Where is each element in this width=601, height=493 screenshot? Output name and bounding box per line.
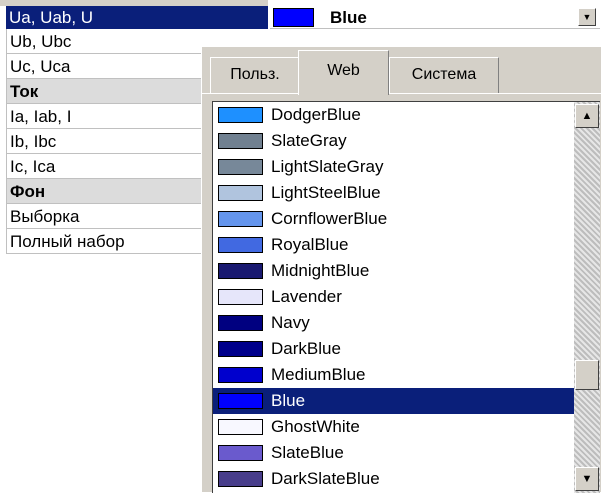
color-list-item[interactable]: Navy (213, 310, 600, 336)
color-swatch (218, 445, 263, 461)
color-list-item[interactable]: SlateBlue (213, 440, 600, 466)
tab-divider (202, 93, 601, 94)
color-swatch (218, 367, 263, 383)
dropdown-button[interactable]: ▼ (578, 8, 596, 26)
color-swatch (218, 237, 263, 253)
color-list-item[interactable]: MediumBlue (213, 362, 600, 388)
color-list-item[interactable]: DarkBlue (213, 336, 600, 362)
color-swatch (218, 185, 263, 201)
arrow-up-icon: ▲ (581, 110, 593, 122)
color-swatch (273, 8, 314, 27)
property-row-selected[interactable]: Ua, Uab, U (6, 6, 268, 29)
color-list-item[interactable]: LightSteelBlue (213, 180, 600, 206)
tab-label: Система (411, 66, 477, 83)
vertical-scrollbar[interactable]: ▲ ▼ (574, 102, 600, 493)
property-label: Ic, Ica (10, 157, 56, 176)
property-label: Ia, Iab, I (10, 107, 72, 126)
color-name: CornflowerBlue (271, 209, 388, 228)
tab-label: Польз. (230, 66, 280, 83)
color-picker-dropdown: Польз. Web Система DodgerBlue SlateGray Li… (201, 46, 601, 493)
color-list[interactable]: DodgerBlue SlateGray LightSlateGray LightSt… (212, 101, 600, 493)
color-name: GhostWhite (271, 417, 360, 436)
color-name: Blue (271, 391, 306, 410)
color-name: Navy (271, 313, 310, 332)
color-list-item[interactable]: Blue (213, 388, 600, 414)
color-swatch (218, 393, 263, 409)
color-list-item[interactable]: RoyalBlue (213, 232, 600, 258)
color-list-item[interactable]: SlateGray (213, 128, 600, 154)
color-swatch (218, 315, 263, 331)
color-list-item[interactable]: DarkSlateBlue (213, 466, 600, 492)
property-label: Ub, Ubc (10, 32, 72, 51)
color-name: MediumBlue (271, 365, 366, 384)
color-items: DodgerBlue SlateGray LightSlateGray LightSt… (213, 102, 600, 492)
color-swatch (218, 341, 263, 357)
property-label: Фон (10, 182, 46, 201)
scroll-down-button[interactable]: ▼ (575, 467, 599, 491)
property-label: Ib, Ibc (10, 132, 57, 151)
chevron-down-icon: ▼ (582, 12, 592, 22)
property-label: Uc, Uca (10, 57, 71, 76)
color-swatch (218, 289, 263, 305)
property-label: Выборка (10, 207, 80, 226)
scroll-thumb[interactable] (575, 360, 599, 390)
color-list-item[interactable]: GhostWhite (213, 414, 600, 440)
arrow-down-icon: ▼ (581, 473, 593, 485)
color-name: MidnightBlue (271, 261, 370, 280)
color-swatch (218, 471, 263, 487)
color-swatch (218, 263, 263, 279)
color-swatch (218, 133, 263, 149)
color-swatch (218, 107, 263, 123)
color-name: SlateGray (271, 131, 347, 150)
property-label: Ток (10, 82, 39, 101)
color-name: DarkSlateBlue (271, 469, 380, 488)
color-swatch (218, 211, 263, 227)
color-name: LightSlateGray (271, 157, 384, 176)
color-list-item[interactable]: CornflowerBlue (213, 206, 600, 232)
color-list-item[interactable]: DodgerBlue (213, 102, 600, 128)
color-swatch (218, 419, 263, 435)
tab-strip: Польз. Web Система (202, 47, 601, 95)
color-list-item[interactable]: LightSlateGray (213, 154, 600, 180)
color-value-editor[interactable]: Blue ▼ (270, 6, 600, 29)
color-name: LightSteelBlue (271, 183, 381, 202)
color-list-item[interactable]: Lavender (213, 284, 600, 310)
tab-custom[interactable]: Польз. (210, 57, 300, 93)
color-name: Lavender (271, 287, 342, 306)
property-label: Ua, Uab, U (9, 8, 94, 27)
property-label: Полный набор (10, 232, 125, 251)
color-name: SlateBlue (271, 443, 344, 462)
color-swatch (218, 159, 263, 175)
scroll-up-button[interactable]: ▲ (575, 104, 599, 128)
tab-label: Web (327, 62, 360, 79)
color-name: RoyalBlue (271, 235, 349, 254)
color-value: Blue (330, 8, 367, 27)
color-name: DodgerBlue (271, 105, 361, 124)
tab-web[interactable]: Web (298, 50, 389, 95)
color-name: DarkBlue (271, 339, 341, 358)
tab-system[interactable]: Система (389, 57, 499, 93)
color-list-item[interactable]: MidnightBlue (213, 258, 600, 284)
